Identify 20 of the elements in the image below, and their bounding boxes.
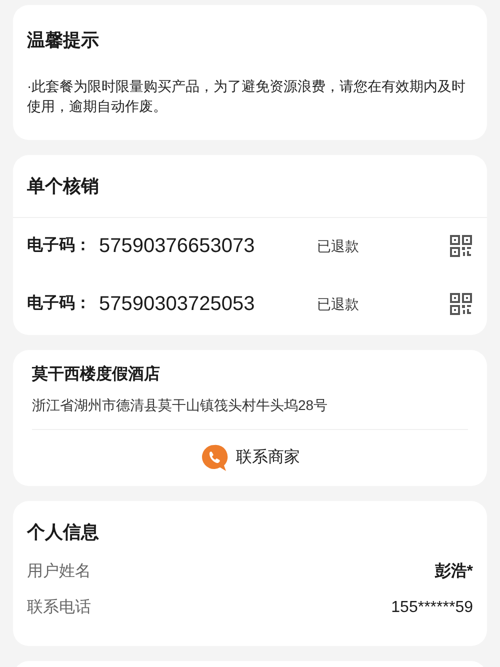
contact-merchant-button[interactable]: 联系商家 xyxy=(200,444,300,472)
phone-chat-icon xyxy=(200,444,228,472)
field-value: 155******59 xyxy=(391,598,473,618)
field-value: 彭浩* xyxy=(434,562,473,582)
tip-text: ·此套餐为限时限量购买产品，为了避免资源浪费，请您在有效期内及时使用，逾期自动作废。 xyxy=(27,77,467,116)
code-number: 57590303725053 xyxy=(99,292,256,317)
code-label: 电子码： xyxy=(27,236,92,256)
field-label: 用户姓名 xyxy=(27,562,91,582)
code-number: 57590376653073 xyxy=(99,234,256,259)
code-label: 电子码： xyxy=(27,294,92,314)
card-title: 温馨提示 xyxy=(27,29,100,52)
store-name: 莫干西楼度假酒店 xyxy=(32,364,161,385)
refund-status: 已退款 xyxy=(317,236,360,256)
refund-status: 已退款 xyxy=(317,294,360,314)
qr-code-icon[interactable] xyxy=(449,234,473,258)
qr-code-icon[interactable] xyxy=(449,292,473,316)
card-title: 个人信息 xyxy=(27,521,100,544)
field-label: 联系电话 xyxy=(27,598,91,618)
store-address: 浙江省湖州市德清县莫干山镇筏头村牛头坞28号 xyxy=(32,395,468,430)
card-title: 单个核销 xyxy=(13,155,487,218)
